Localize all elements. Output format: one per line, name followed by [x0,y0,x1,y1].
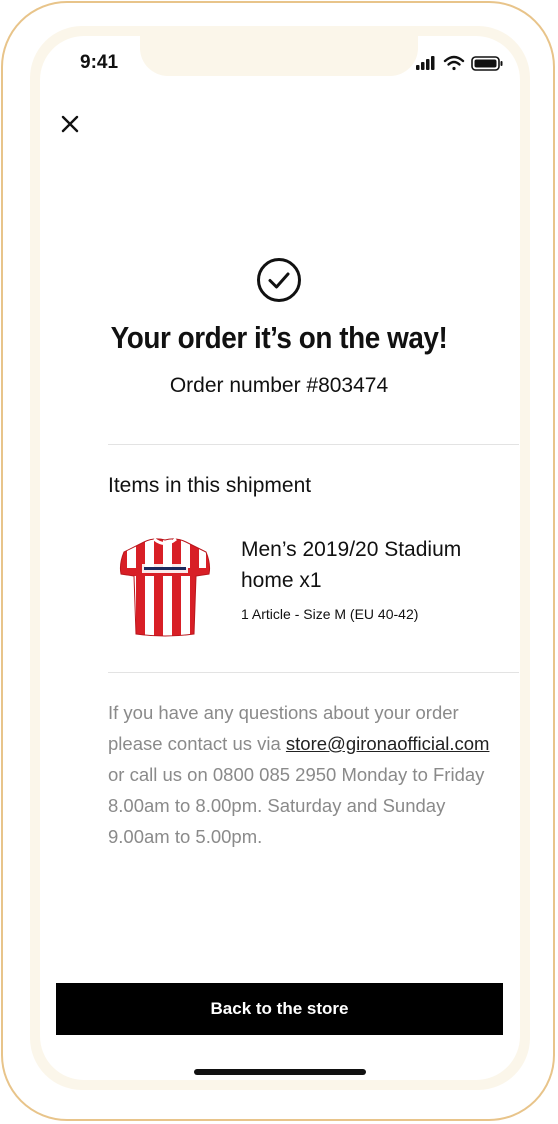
football-shirt-icon [114,534,216,640]
page-title: Your order it’s on the way! [110,320,448,355]
divider [108,444,519,445]
close-icon[interactable] [56,110,84,138]
contact-info: If you have any questions about your ord… [108,697,508,852]
status-time: 9:41 [80,52,119,73]
status-icons [414,54,506,72]
shipment-heading: Items in this shipment [108,474,312,497]
home-indicator [194,1069,366,1075]
wifi-icon [443,55,465,71]
notch [140,36,418,76]
contact-text-after: or call us on 0800 085 2950 Monday to Fr… [108,764,485,847]
divider [108,672,519,673]
signal-icon [416,56,435,70]
checkmark-circle-icon [256,257,302,303]
battery-icon [471,56,503,71]
item-detail: 1 Article - Size M (EU 40-42) [241,606,419,622]
order-number: Order number #803474 [169,374,389,397]
item-name: Men’s 2019/20 Stadium home x1 [241,538,462,592]
email-link[interactable]: store@gironaofficial.com [286,733,490,754]
back-to-store-button[interactable]: Back to the store [56,983,503,1035]
